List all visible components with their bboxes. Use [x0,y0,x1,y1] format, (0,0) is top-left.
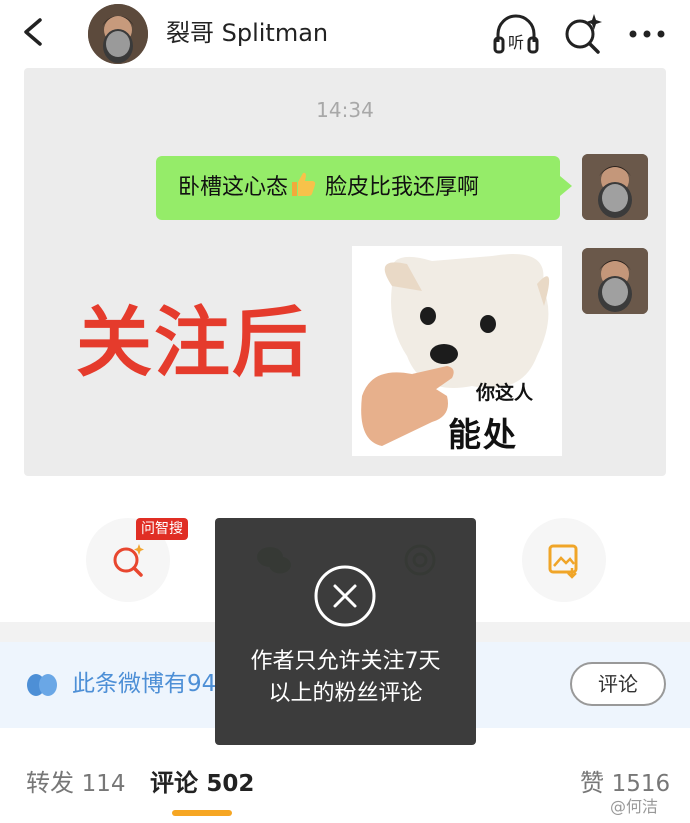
headphones-icon[interactable]: 听 [492,12,540,56]
tab-comment-label: 评论 [150,769,198,797]
save-image-button[interactable] [522,518,606,602]
weibo-post-page: 裂哥 Splitman 听 14:34 卧槽这心态 脸皮比我还厚啊 关注后 你这… [0,0,690,823]
avatar[interactable] [88,4,148,64]
overlay-caption: 关注后 [76,298,310,387]
comment-button[interactable]: 评论 [570,662,666,706]
active-tab-indicator [172,810,232,816]
ai-search-icon [113,544,144,577]
bubble-tail [560,176,572,196]
close-circle-icon [314,565,376,627]
post-tabs: 转发 114 评论 502 赞 1516 [0,744,690,823]
tab-repost-count: 114 [81,771,126,797]
toast-message-line1: 作者只允许关注7天 [250,649,441,674]
chat-timestamp: 14:34 [316,98,374,122]
tab-repost[interactable]: 转发 114 [26,766,126,801]
listen-label: 听 [508,33,524,52]
top-bar: 裂哥 Splitman 听 [0,0,690,66]
message-text-before: 卧槽这心态 [178,175,289,200]
notice-text: 此条微博有94 [72,671,217,697]
sticker-caption-small: 你这人 [476,382,534,404]
thumbs-up-icon [292,172,316,196]
comment-bubbles-icon [27,674,57,696]
tab-like-label: 赞 [580,769,604,797]
tab-comment[interactable]: 评论 502 [150,766,254,801]
chevron-left-icon[interactable] [14,12,54,52]
dog-sticker: 你这人 能处 [352,246,562,456]
tab-comment-count: 502 [206,771,255,797]
toast-message-line2: 以上的粉丝评论 [268,681,423,706]
message-text-after: 脸皮比我还厚啊 [318,175,480,200]
watermark: @何洁 [610,797,659,816]
chat-avatar [582,248,648,314]
chat-avatar [582,154,648,220]
ai-search-icon[interactable] [560,12,604,56]
save-image-icon [548,544,578,579]
more-dots-icon[interactable] [624,14,670,54]
chat-bubble: 卧槽这心态 脸皮比我还厚啊 [156,156,560,220]
post-image[interactable]: 14:34 卧槽这心态 脸皮比我还厚啊 关注后 你这人 能处 [24,68,666,476]
account-name[interactable]: 裂哥 Splitman [166,16,328,50]
sticker-caption-big: 能处 [448,415,518,454]
tab-repost-label: 转发 [26,769,74,797]
ai-search-badge: 问智搜 [136,518,188,540]
toast-dialog: 作者只允许关注7天 以上的粉丝评论 [215,518,476,745]
